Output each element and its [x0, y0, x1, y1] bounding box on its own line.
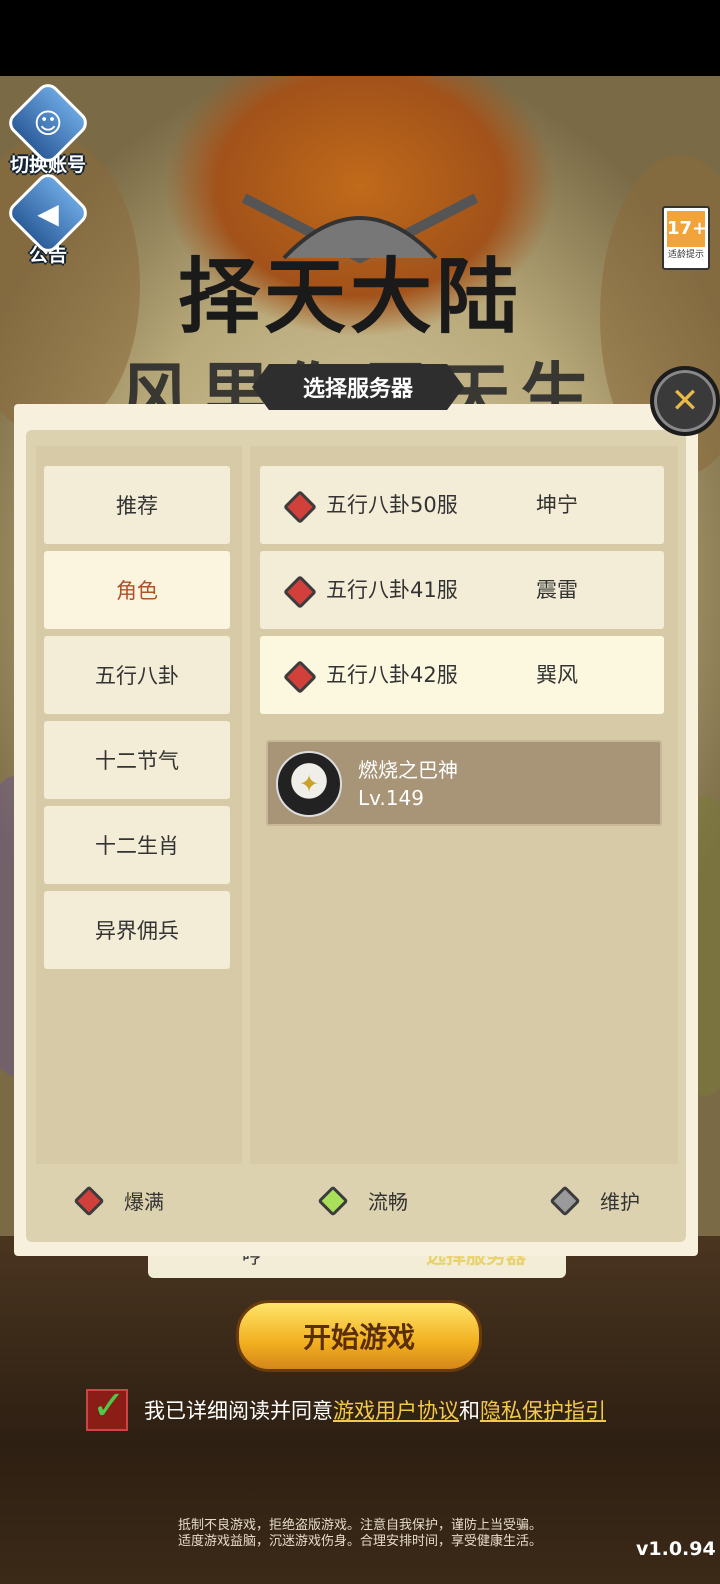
game-logo-title: 择天大陆	[177, 249, 522, 345]
dialog-title: 选择服务器	[252, 364, 464, 410]
legend-maintenance: 维护	[549, 1184, 640, 1217]
agreement-row: ✓ 我已详细阅读并同意游戏用户协议和隐私保护指引	[86, 1383, 606, 1432]
check-icon: ✓	[92, 1383, 126, 1429]
server-item[interactable]: 五行八卦41服 震雷	[260, 551, 664, 629]
user-agreement-link[interactable]: 游戏用户协议	[333, 1399, 459, 1423]
server-list: 五行八卦50服 坤宁 五行八卦41服 震雷 五行八卦42服 巽风 ✦ 燃烧之巴神…	[250, 446, 678, 1164]
server-select-dialog: 推荐 角色 五行八卦 十二节气 十二生肖 异界佣兵 五行八卦50服 坤宁 五行八…	[14, 404, 698, 1256]
legend-full: 爆满	[73, 1184, 164, 1217]
switch-account-button[interactable]: ☺ 切换账号	[0, 79, 96, 177]
category-roles[interactable]: 角色	[44, 551, 230, 629]
server-item[interactable]: 五行八卦50服 坤宁	[260, 466, 664, 544]
agreement-checkbox[interactable]: ✓	[86, 1383, 128, 1431]
character-level: Lv.149	[358, 786, 424, 810]
health-notice: 抵制不良游戏，拒绝盗版游戏。注意自我保护，谨防上当受骗。 适度游戏益脑，沉迷游戏…	[177, 1518, 542, 1549]
close-icon[interactable]: ✕	[650, 366, 720, 436]
category-mercenaries[interactable]: 异界佣兵	[44, 891, 230, 969]
status-maintenance-icon	[549, 1184, 581, 1217]
status-full-icon	[283, 490, 317, 524]
age-rating-badge[interactable]: 17+ 适龄提示	[662, 206, 710, 270]
category-recommended[interactable]: 推荐	[44, 466, 230, 544]
notice-button[interactable]: ◀ 公告	[0, 169, 96, 267]
category-zodiac[interactable]: 十二生肖	[44, 806, 230, 884]
category-list: 推荐 角色 五行八卦 十二节气 十二生肖 异界佣兵	[36, 446, 242, 1164]
legend-smooth: 流畅	[317, 1184, 408, 1217]
character-name: 燃烧之巴神	[358, 758, 458, 782]
avatar: ✦	[276, 751, 342, 817]
character-card[interactable]: ✦ 燃烧之巴神 Lv.149	[266, 740, 662, 826]
start-game-button[interactable]: 开始游戏	[236, 1300, 482, 1372]
status-full-icon	[283, 660, 317, 694]
status-full-icon	[283, 575, 317, 609]
status-full-icon	[73, 1184, 105, 1217]
privacy-policy-link[interactable]: 隐私保护指引	[480, 1399, 606, 1423]
version-label: v1.0.94	[636, 1538, 716, 1560]
server-item-selected[interactable]: 五行八卦42服 巽风	[260, 636, 664, 714]
dialog-body: 推荐 角色 五行八卦 十二节气 十二生肖 异界佣兵 五行八卦50服 坤宁 五行八…	[26, 430, 686, 1242]
category-solar-terms[interactable]: 十二节气	[44, 721, 230, 799]
status-smooth-icon	[317, 1184, 349, 1217]
category-wuxing-bagua[interactable]: 五行八卦	[44, 636, 230, 714]
status-bar	[0, 0, 720, 76]
